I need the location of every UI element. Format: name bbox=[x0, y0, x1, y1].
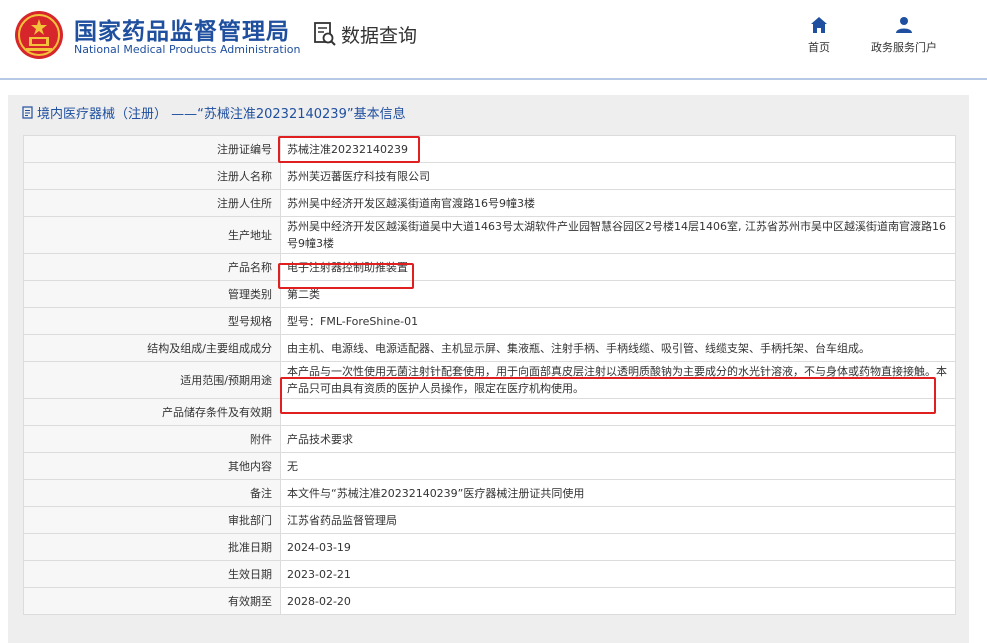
detail-panel: 境内医疗器械（注册） ——“苏械注准20232140239”基本信息 注册证编号… bbox=[8, 95, 969, 643]
document-icon bbox=[22, 106, 33, 119]
row-label: 产品储存条件及有效期 bbox=[23, 398, 281, 426]
row-label: 生产地址 bbox=[23, 216, 281, 254]
data-query-icon bbox=[314, 22, 336, 46]
agency-name-cn: 国家药品监督管理局 bbox=[74, 19, 290, 45]
table-row: 生产地址 苏州吴中经济开发区越溪街道吴中大道1463号太湖软件产业园智慧谷园区2号… bbox=[23, 216, 956, 254]
row-label: 结构及组成/主要组成成分 bbox=[23, 334, 281, 362]
table-row: 管理类别 第二类 bbox=[23, 280, 956, 308]
row-value: 本文件与“苏械注准20232140239”医疗器械注册证共同使用 bbox=[280, 479, 956, 507]
table-row: 其他内容无 bbox=[23, 452, 956, 480]
table-row: 有效期至 2028-02-20 bbox=[23, 587, 956, 615]
table-row: 产品名称 电子注射器控制助推装置 bbox=[23, 253, 956, 281]
row-label: 产品名称 bbox=[23, 253, 281, 281]
row-label: 有效期至 bbox=[23, 587, 281, 615]
nav-service-portal[interactable]: 政务服务门户 bbox=[868, 16, 940, 55]
panel-title: 境内医疗器械（注册） ——“苏械注准20232140239”基本信息 bbox=[22, 103, 406, 122]
table-row: 注册人住所 苏州吴中经济开发区越溪街道南官渡路16号9幢3楼 bbox=[23, 189, 956, 217]
row-label: 注册人住所 bbox=[23, 189, 281, 217]
row-value: 苏州吴中经济开发区越溪街道南官渡路16号9幢3楼 bbox=[280, 189, 956, 217]
row-value: 产品技术要求 bbox=[280, 425, 956, 453]
info-table: 注册证编号 苏械注准20232140239 注册人名称 苏州芙迈蕃医疗科技有限公司 注册… bbox=[23, 135, 956, 615]
header-divider bbox=[0, 78, 987, 80]
row-value: 2024-03-19 bbox=[280, 533, 956, 561]
row-value: 无 bbox=[280, 452, 956, 480]
row-value: 2023-02-21 bbox=[280, 560, 956, 588]
data-query-label: 数据查询 bbox=[341, 24, 418, 47]
info-table-wrap: 注册证编号 苏械注准20232140239 注册人名称 苏州芙迈蕃医疗科技有限公司 注册… bbox=[23, 135, 956, 615]
row-label: 备注 bbox=[23, 479, 281, 507]
row-value: 电子注射器控制助推装置 bbox=[280, 253, 956, 281]
row-label: 批准日期 bbox=[23, 533, 281, 561]
row-label: 注册证编号 bbox=[23, 135, 281, 163]
row-label: 生效日期 bbox=[23, 560, 281, 588]
table-row: 附件 产品技术要求 bbox=[23, 425, 956, 453]
panel-title-text: 境内医疗器械（注册） ——“苏械注准20232140239”基本信息 bbox=[37, 107, 406, 122]
data-query-link[interactable]: 数据查询 bbox=[313, 20, 417, 48]
row-value: 2028-02-20 bbox=[280, 587, 956, 615]
row-label: 注册人名称 bbox=[23, 162, 281, 190]
row-value: 第二类 bbox=[280, 280, 956, 308]
agency-name-en: National Medical Products Administration bbox=[74, 43, 301, 56]
row-label: 适用范围/预期用途 bbox=[23, 361, 281, 399]
national-emblem-icon bbox=[15, 11, 63, 59]
user-icon bbox=[896, 17, 912, 33]
table-row: 适用范围/预期用途 本产品与一次性使用无菌注射针配套使用，用于向面部真皮层注射以透… bbox=[23, 361, 956, 399]
row-label: 管理类别 bbox=[23, 280, 281, 308]
row-label: 审批部门 bbox=[23, 506, 281, 534]
row-label: 型号规格 bbox=[23, 307, 281, 335]
nav-home[interactable]: 首页 bbox=[808, 16, 830, 55]
row-value: 江苏省药品监督管理局 bbox=[280, 506, 956, 534]
table-row: 产品储存条件及有效期 bbox=[23, 398, 956, 426]
row-label: 其他内容 bbox=[23, 452, 281, 480]
table-row: 审批部门 江苏省药品监督管理局 bbox=[23, 506, 956, 534]
nav-home-label: 首页 bbox=[808, 41, 830, 54]
row-value: 型号：FML-ForeShine-01 bbox=[280, 307, 956, 335]
table-row: 结构及组成/主要组成成分 由主机、电源线、电源适配器、主机显示屏、集液瓶、注射手柄… bbox=[23, 334, 956, 362]
row-label: 附件 bbox=[23, 425, 281, 453]
home-icon bbox=[811, 17, 827, 33]
table-row: 生效日期 2023-02-21 bbox=[23, 560, 956, 588]
table-row: 注册人名称 苏州芙迈蕃医疗科技有限公司 bbox=[23, 162, 956, 190]
site-header: 国家药品监督管理局 National Medical Products Admi… bbox=[0, 0, 987, 78]
row-value: 苏州芙迈蕃医疗科技有限公司 bbox=[280, 162, 956, 190]
table-row: 备注 本文件与“苏械注准20232140239”医疗器械注册证共同使用 bbox=[23, 479, 956, 507]
table-row: 批准日期 2024-03-19 bbox=[23, 533, 956, 561]
nav-service-portal-label: 政务服务门户 bbox=[871, 41, 937, 54]
row-value: 本产品与一次性使用无菌注射针配套使用，用于向面部真皮层注射以透明质酸钠为主要成分… bbox=[280, 361, 956, 399]
row-value: 苏州吴中经济开发区越溪街道吴中大道1463号太湖软件产业园智慧谷园区2号楼14层… bbox=[280, 216, 956, 254]
row-value: 由主机、电源线、电源适配器、主机显示屏、集液瓶、注射手柄、手柄线缆、吸引管、线缆… bbox=[280, 334, 956, 362]
table-row: 注册证编号 苏械注准20232140239 bbox=[23, 135, 956, 163]
row-value bbox=[280, 398, 956, 426]
row-value: 苏械注准20232140239 bbox=[280, 135, 956, 163]
table-row: 型号规格 型号：FML-ForeShine-01 bbox=[23, 307, 956, 335]
